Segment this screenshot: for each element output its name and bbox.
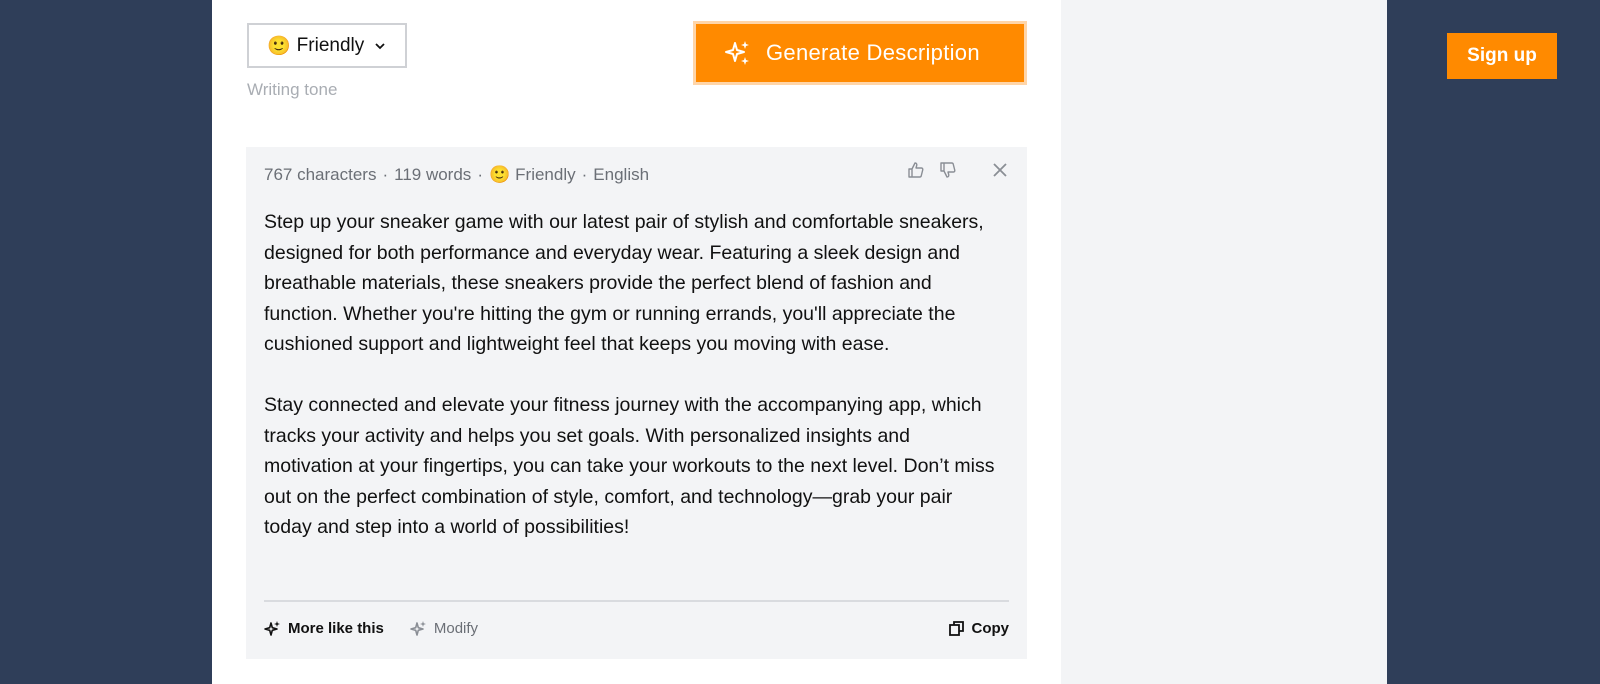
sparkles-icon [264, 620, 280, 636]
copy-label: Copy [971, 619, 1010, 637]
thumbs-down-icon[interactable] [939, 161, 957, 179]
writing-tone-label: Writing tone [247, 80, 338, 99]
writing-tone-select[interactable]: 🙂 Friendly [247, 23, 407, 68]
tone-selected-value: Friendly [296, 34, 365, 56]
copy-button[interactable]: Copy [948, 619, 1010, 637]
chevron-down-icon [375, 42, 385, 49]
modify-label: Modify [433, 619, 479, 637]
close-icon[interactable] [991, 161, 1009, 179]
copy-icon [948, 620, 964, 636]
generate-description-label: Generate Description [766, 40, 980, 65]
more-like-this-label: More like this [288, 619, 384, 637]
sparkles-icon [725, 41, 749, 65]
footer-divider [264, 600, 1009, 602]
more-like-this-button[interactable]: More like this [264, 620, 384, 637]
result-card: 767 characters · 119 words · 🙂 Friendly … [246, 147, 1027, 659]
generate-description-button[interactable]: Generate Description [693, 21, 1027, 85]
result-feedback-icons [907, 161, 1009, 179]
description-paragraph: Step up your sneaker game with our lates… [264, 211, 984, 355]
character-count: 767 characters [264, 165, 377, 184]
meta-tone-emoji-icon: 🙂 [488, 165, 511, 184]
meta-tone: Friendly [515, 165, 576, 184]
sparkles-icon [410, 620, 426, 636]
sign-up-button[interactable]: Sign up [1447, 33, 1557, 79]
word-count: 119 words [394, 165, 472, 184]
meta-separator: · [382, 165, 389, 184]
meta-language: English [593, 165, 650, 184]
result-meta: 767 characters · 119 words · 🙂 Friendly … [264, 165, 649, 185]
description-paragraph: Stay connected and elevate your fitness … [264, 394, 995, 538]
side-panel [1061, 0, 1387, 684]
meta-separator: · [581, 165, 588, 184]
meta-separator: · [477, 165, 483, 184]
generated-description: Step up your sneaker game with our lates… [264, 207, 1004, 573]
thumbs-up-icon[interactable] [907, 161, 925, 179]
modify-button[interactable]: Modify [410, 620, 478, 637]
tone-emoji-icon: 🙂 [267, 35, 291, 57]
result-actions: More like this Modify Copy [264, 614, 1009, 642]
